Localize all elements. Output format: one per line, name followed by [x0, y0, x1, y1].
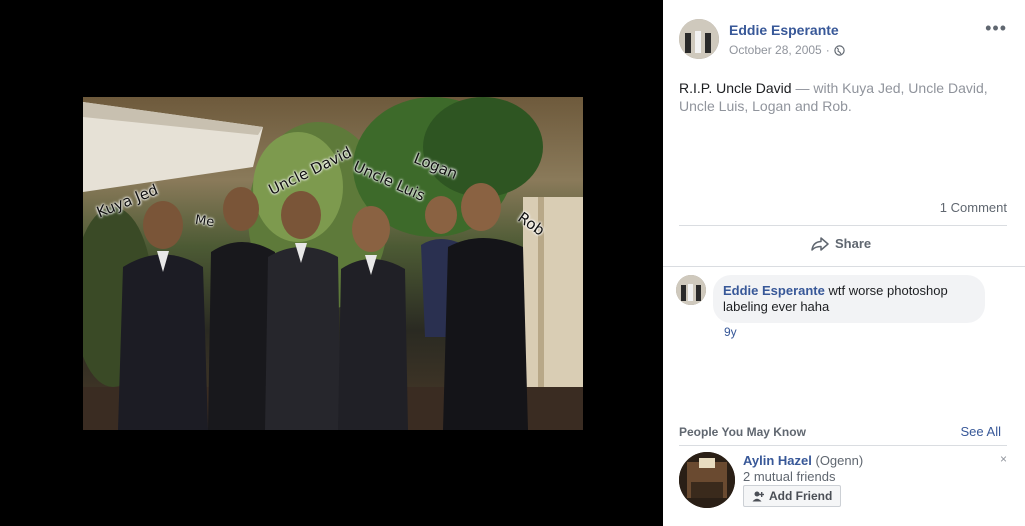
- add-friend-icon: [752, 491, 764, 501]
- globe-icon[interactable]: [834, 44, 845, 56]
- mutual-friends[interactable]: 2 mutual friends: [743, 469, 836, 484]
- author-avatar-image: [679, 19, 719, 59]
- divider: [679, 445, 1007, 446]
- comment-timestamp[interactable]: 9y: [724, 325, 737, 339]
- commenter-avatar-image: [676, 275, 706, 305]
- post-date[interactable]: October 28, 2005: [729, 43, 822, 57]
- dismiss-suggestion-button[interactable]: ×: [1000, 452, 1007, 466]
- author-avatar[interactable]: [679, 19, 719, 59]
- share-button[interactable]: Share: [811, 236, 871, 251]
- share-icon: [811, 236, 829, 251]
- photo-label-me: Me: [194, 212, 216, 231]
- suggested-friend-name[interactable]: Aylin Hazel: [743, 453, 812, 468]
- suggested-friend-alt-name: (Ogenn): [811, 453, 864, 468]
- post-author-name[interactable]: Eddie Esperante: [729, 22, 839, 38]
- post-details-panel: Eddie Esperante October 28, 2005 · ••• R…: [663, 0, 1025, 526]
- post-photo[interactable]: Kuya Jed Me Uncle David Uncle Luis Logan…: [83, 97, 583, 430]
- divider: [663, 266, 1025, 267]
- comment-count-link[interactable]: 1 Comment: [940, 200, 1007, 215]
- pymk-title: People You May Know: [679, 425, 806, 439]
- share-label: Share: [835, 236, 872, 251]
- see-all-link[interactable]: See All: [961, 424, 1001, 439]
- photo-scene: [83, 97, 583, 430]
- commenter-avatar[interactable]: [676, 275, 706, 305]
- photo-viewer: Kuya Jed Me Uncle David Uncle Luis Logan…: [0, 0, 663, 526]
- post-caption: R.I.P. Uncle David — with Kuya Jed, Uncl…: [679, 79, 1009, 115]
- comment-bubble: Eddie Esperante wtf worse photoshop labe…: [713, 275, 985, 323]
- add-friend-label: Add Friend: [769, 489, 833, 503]
- suggested-friend-avatar[interactable]: [679, 452, 735, 508]
- divider: [679, 225, 1007, 226]
- add-friend-button[interactable]: Add Friend: [743, 485, 842, 507]
- more-options-button[interactable]: •••: [985, 18, 1007, 39]
- post-meta: October 28, 2005 ·: [729, 43, 845, 57]
- suggested-friend-photo: [679, 452, 735, 508]
- caption-text: R.I.P. Uncle David: [679, 80, 792, 96]
- suggested-friend-name-row: Aylin Hazel (Ogenn): [743, 453, 863, 468]
- comment-author[interactable]: Eddie Esperante: [723, 283, 825, 298]
